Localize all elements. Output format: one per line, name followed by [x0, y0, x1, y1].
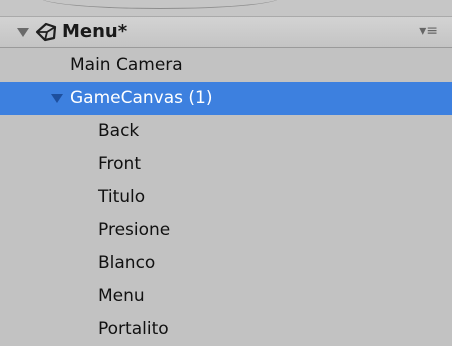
hierarchy-item[interactable]: Menu	[0, 280, 452, 313]
hierarchy-item[interactable]: Blanco	[0, 247, 452, 280]
hierarchy-item[interactable]: Presione	[0, 214, 452, 247]
expand-triangle-icon[interactable]	[51, 94, 63, 103]
hierarchy-item-label: Portalito	[98, 319, 169, 339]
cut-off-header-edge	[40, 0, 280, 9]
hierarchy-item-label: Titulo	[98, 187, 146, 207]
options-menu-icon[interactable]: ▾≡	[419, 23, 438, 39]
hierarchy-item-label: Presione	[98, 220, 171, 240]
hierarchy-item[interactable]: Back	[0, 115, 452, 148]
hierarchy-item[interactable]: Titulo	[0, 181, 452, 214]
hierarchy-item-label: Back	[98, 121, 140, 141]
unity-scene-icon	[35, 22, 57, 42]
expand-triangle-icon[interactable]	[17, 28, 29, 37]
hierarchy-item-label: GameCanvas (1)	[70, 88, 213, 108]
hierarchy-item-label: Menu	[98, 286, 145, 306]
scene-header-row[interactable]: Menu* ▾≡	[0, 16, 452, 48]
hierarchy-item-label: Main Camera	[70, 55, 183, 75]
hierarchy-item[interactable]: Front	[0, 148, 452, 181]
scene-title: Menu*	[62, 21, 128, 42]
hierarchy-scroll-top	[0, 0, 452, 16]
hierarchy-item[interactable]: Portalito	[0, 313, 452, 346]
hierarchy-item[interactable]: GameCanvas (1)	[0, 82, 452, 115]
hierarchy-item-label: Blanco	[98, 253, 156, 273]
hierarchy-item-label: Front	[98, 154, 141, 174]
hierarchy-item[interactable]: Main Camera	[0, 49, 452, 82]
